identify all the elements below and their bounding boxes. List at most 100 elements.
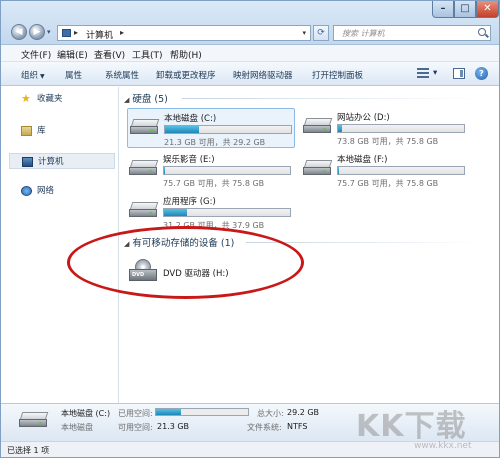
usage-bar [163, 166, 291, 175]
refresh-button[interactable]: ⟳ [313, 25, 329, 41]
nav-item-computer[interactable]: 计算机 [9, 153, 115, 169]
back-button[interactable]: ◀ [11, 24, 27, 40]
drive-f[interactable]: 本地磁盘 (F:) 75.7 GB 可用，共 75.8 GB [301, 150, 469, 190]
breadcrumb-computer[interactable]: 计算机 [86, 28, 113, 41]
usage-bar [163, 208, 291, 217]
details-usage-bar [155, 408, 249, 416]
selection-status: 已选择 1 项 [7, 446, 50, 455]
drive-space: 75.7 GB 可用，共 75.8 GB [337, 179, 439, 188]
status-bar: 已选择 1 项 [1, 441, 499, 457]
change-view-icon[interactable] [417, 68, 429, 78]
system-properties-button[interactable]: 系统属性 [105, 69, 139, 81]
hard-drive-icon [303, 118, 333, 135]
breadcrumb-separator[interactable]: ▸ [74, 28, 78, 37]
view-dropdown-icon[interactable]: ▾ [433, 68, 437, 78]
divider [182, 98, 482, 99]
drive-g[interactable]: 应用程序 (G:) 31.2 GB 可用，共 37.9 GB [127, 192, 295, 232]
details-free-label: 可用空间: [118, 423, 153, 432]
search-icon[interactable] [478, 28, 486, 36]
details-fs-label: 文件系统: [247, 423, 282, 432]
drive-name: 网站办公 (D:) [337, 113, 390, 123]
nav-item-favorites[interactable]: ★ 收藏夹 [9, 91, 115, 107]
collapse-icon[interactable]: ◢ [124, 240, 129, 248]
minimize-button[interactable]: – [432, 1, 454, 18]
drive-dvd-h[interactable]: DVD DVD 驱动器 (H:) [127, 253, 295, 293]
menu-bar: 文件(F) 编辑(E) 查看(V) 工具(T) 帮助(H) [1, 45, 499, 62]
dvd-logo-text: DVD [132, 272, 145, 278]
nav-item-label: 网络 [37, 186, 55, 196]
hard-drive-icon [129, 202, 159, 219]
navigation-pane: ★ 收藏夹 库 计算机 网络 [1, 87, 119, 403]
star-icon: ★ [21, 92, 31, 105]
nav-item-label: 库 [37, 126, 46, 136]
group-header-hard-disks[interactable]: ◢ 硬盘 (5) [124, 91, 168, 105]
network-icon [21, 186, 32, 196]
group-header-label: 硬盘 (5) [132, 94, 168, 105]
drive-space: 21.3 GB 可用，共 29.2 GB [164, 138, 266, 147]
preview-pane-icon[interactable] [453, 68, 465, 79]
drive-name: 应用程序 (G:) [163, 197, 216, 207]
computer-icon [22, 157, 33, 167]
computer-icon [62, 29, 71, 37]
properties-button[interactable]: 属性 [65, 69, 82, 81]
menu-tools[interactable]: 工具(T) [132, 48, 163, 61]
drive-c[interactable]: 本地磁盘 (C:) 21.3 GB 可用，共 29.2 GB [127, 108, 295, 148]
help-icon[interactable]: ? [475, 67, 488, 80]
drive-name: 娱乐影音 (E:) [163, 155, 215, 165]
nav-item-network[interactable]: 网络 [9, 183, 115, 199]
drive-name: 本地磁盘 (C:) [164, 114, 217, 124]
details-pane: 本地磁盘 (C:) 本地磁盘 已用空间: 可用空间: 21.3 GB 总大小: … [1, 403, 499, 441]
divider [246, 242, 482, 243]
menu-edit[interactable]: 编辑(E) [57, 48, 88, 61]
map-network-drive-button[interactable]: 映射网络驱动器 [233, 69, 293, 81]
usage-bar [337, 166, 465, 175]
group-header-label: 有可移动存储的设备 (1) [132, 238, 235, 249]
chevron-down-icon: ▼ [40, 73, 45, 80]
hard-drive-icon [130, 119, 160, 136]
nav-item-libraries[interactable]: 库 [9, 123, 115, 139]
address-dropdown-icon[interactable]: ▾ [302, 29, 306, 37]
content-area: ◢ 硬盘 (5) 本地磁盘 (C:) 21.3 GB 可用，共 29.2 GB 网… [120, 87, 499, 403]
details-total-label: 总大小: [257, 409, 284, 418]
organize-button[interactable]: 组织 ▼ [21, 69, 45, 81]
details-drive-type: 本地磁盘 [61, 423, 93, 432]
drive-name: DVD 驱动器 (H:) [163, 269, 229, 279]
command-bar: 组织 ▼ 属性 系统属性 卸载或更改程序 映射网络驱动器 打开控制面板 ▾ ? [1, 62, 499, 86]
hard-drive-icon [129, 160, 159, 177]
menu-view[interactable]: 查看(V) [94, 48, 125, 61]
usage-bar [164, 125, 292, 134]
menu-file[interactable]: 文件(F) [21, 48, 51, 61]
usage-bar [337, 124, 465, 133]
address-bar[interactable]: ▸ 计算机 ▸ ▾ [57, 25, 311, 41]
drive-d[interactable]: 网站办公 (D:) 73.8 GB 可用，共 75.8 GB [301, 108, 469, 148]
maximize-button[interactable]: □ [454, 1, 476, 18]
drive-space: 75.7 GB 可用，共 75.8 GB [163, 179, 265, 188]
nav-item-label: 收藏夹 [37, 94, 63, 104]
search-input[interactable] [334, 26, 474, 40]
menu-help[interactable]: 帮助(H) [170, 48, 202, 61]
breadcrumb-separator[interactable]: ▸ [120, 28, 124, 37]
drive-e[interactable]: 娱乐影音 (E:) 75.7 GB 可用，共 75.8 GB [127, 150, 295, 190]
details-drive-name: 本地磁盘 (C:) [61, 409, 111, 418]
drive-space: 73.8 GB 可用，共 75.8 GB [337, 137, 439, 146]
uninstall-program-button[interactable]: 卸载或更改程序 [156, 69, 216, 81]
control-panel-button[interactable]: 打开控制面板 [312, 69, 363, 81]
library-icon [21, 126, 32, 136]
forward-button[interactable]: ▶ [29, 24, 45, 40]
drive-space: 31.2 GB 可用，共 37.9 GB [163, 221, 265, 230]
details-fs-value: NTFS [287, 422, 308, 431]
nav-item-label: 计算机 [38, 157, 64, 167]
organize-label: 组织 [21, 71, 39, 81]
drive-name: 本地磁盘 (F:) [337, 155, 388, 165]
search-box[interactable] [333, 25, 491, 41]
hard-drive-icon [19, 412, 49, 429]
details-total-value: 29.2 GB [287, 408, 320, 417]
collapse-icon[interactable]: ◢ [124, 96, 129, 104]
group-header-removable[interactable]: ◢ 有可移动存储的设备 (1) [124, 235, 234, 249]
explorer-window: – □ ✕ ◀ ▶ ▾ ▸ 计算机 ▸ ▾ ⟳ 文件(F) 编辑(E) 查看(V… [0, 0, 500, 458]
details-used-label: 已用空间: [118, 409, 153, 418]
dvd-drive-icon: DVD [129, 259, 161, 285]
title-bar: – □ ✕ ◀ ▶ ▾ ▸ 计算机 ▸ ▾ ⟳ [1, 1, 499, 45]
recent-pages-dropdown[interactable]: ▾ [47, 28, 51, 36]
close-button[interactable]: ✕ [476, 1, 499, 18]
